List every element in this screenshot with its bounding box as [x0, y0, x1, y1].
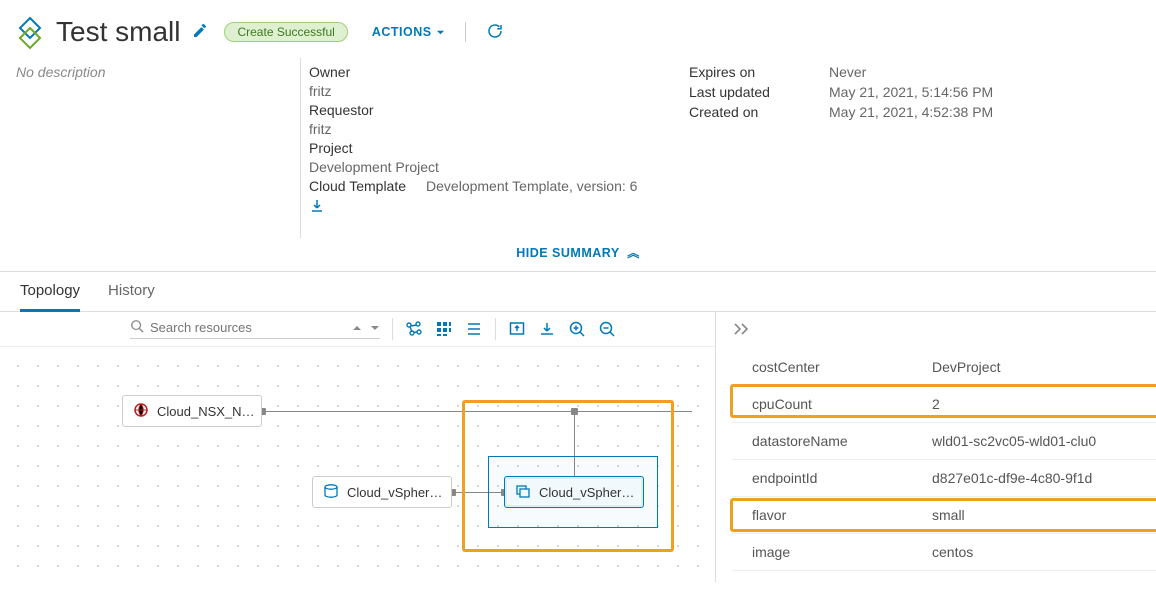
tab-history[interactable]: History: [108, 278, 155, 311]
divider: [300, 58, 301, 238]
requestor-value: fritz: [309, 121, 332, 137]
property-value: centos: [932, 544, 1156, 560]
node-label: Cloud_vSpher…: [347, 485, 442, 500]
property-key: costCenter: [732, 359, 932, 375]
summary-properties: Owner fritz Requestor fritz Project Deve…: [309, 58, 689, 238]
hide-summary-toggle[interactable]: HIDE SUMMARY ︽: [0, 238, 1156, 271]
network-icon: [133, 402, 149, 421]
node-cloud-vsphere-disk[interactable]: Cloud_vSpher…: [312, 476, 452, 508]
table-row[interactable]: costCenter DevProject: [732, 349, 1156, 386]
node-cloud-vsphere-machine[interactable]: Cloud_vSpher…: [504, 476, 644, 508]
node-label: Cloud_NSX_N…: [157, 404, 255, 419]
table-row[interactable]: cpuCount 2: [732, 386, 1156, 423]
tab-topology[interactable]: Topology: [20, 278, 80, 312]
table-row[interactable]: endpointId d827e01c-df9e-4c80-9f1d: [732, 460, 1156, 497]
search-icon: [130, 319, 144, 336]
property-value: DevProject: [932, 359, 1156, 375]
zoom-out-icon[interactable]: [598, 320, 616, 338]
tab-bar: Topology History: [0, 272, 1156, 312]
property-key: flavor: [732, 507, 932, 523]
view-list-icon[interactable]: [465, 320, 483, 338]
search-resources[interactable]: [130, 319, 380, 339]
project-label: Project: [309, 140, 353, 156]
property-value: wld01-sc2vc05-wld01-clu0: [932, 433, 1156, 449]
vrealize-logo-icon: [12, 14, 48, 50]
project-value: Development Project: [309, 159, 439, 175]
cloud-template-value: Development Template, version: 6: [426, 178, 637, 194]
divider: [465, 22, 466, 42]
cloud-template-label: Cloud Template: [309, 178, 406, 194]
property-key: cpuCount: [732, 396, 932, 412]
description: No description: [0, 58, 300, 238]
created-value: May 21, 2021, 4:52:38 PM: [829, 104, 993, 120]
divider: [495, 318, 496, 340]
node-cloud-nsx[interactable]: Cloud_NSX_N…: [122, 395, 262, 427]
disk-icon: [323, 483, 339, 502]
chevron-down-icon: [436, 28, 445, 37]
requestor-label: Requestor: [309, 102, 374, 118]
download-icon[interactable]: [309, 198, 325, 217]
table-row[interactable]: datastoreName wld01-sc2vc05-wld01-clu0: [732, 423, 1156, 460]
created-label: Created on: [689, 104, 799, 120]
connector-endpoint: [571, 408, 578, 415]
summary-meta: Expires on Last updated Created on Never…: [689, 58, 1156, 238]
expires-label: Expires on: [689, 64, 799, 80]
property-key: endpointId: [732, 470, 932, 486]
last-updated-label: Last updated: [689, 84, 799, 100]
table-row[interactable]: flavor small: [732, 497, 1156, 534]
last-updated-value: May 21, 2021, 5:14:56 PM: [829, 84, 993, 100]
refresh-icon[interactable]: [486, 22, 504, 43]
page-header: Test small Create Successful ACTIONS: [0, 0, 1156, 58]
page-title: Test small: [56, 16, 180, 48]
work-area: Cloud_NSX_N… Cloud_vSpher… Cloud_vSpher……: [0, 312, 1156, 582]
canvas-column: Cloud_NSX_N… Cloud_vSpher… Cloud_vSpher…: [0, 312, 716, 582]
properties-table: costCenter DevProject cpuCount 2 datasto…: [732, 349, 1156, 571]
property-key: image: [732, 544, 932, 560]
status-badge: Create Successful: [224, 22, 347, 42]
connector: [262, 411, 692, 412]
owner-value: fritz: [309, 83, 332, 99]
search-prev-icon[interactable]: [352, 320, 362, 336]
actions-dropdown[interactable]: ACTIONS: [372, 25, 445, 39]
summary-section: No description Owner fritz Requestor fri…: [0, 58, 1156, 238]
property-value: 2: [932, 396, 1156, 412]
zoom-in-icon[interactable]: [568, 320, 586, 338]
property-value: d827e01c-df9e-4c80-9f1d: [932, 470, 1156, 486]
expires-value: Never: [829, 64, 993, 80]
download-canvas-icon[interactable]: [538, 320, 556, 338]
fit-screen-icon[interactable]: [508, 320, 526, 338]
vm-icon: [515, 483, 531, 502]
view-grid-icon[interactable]: [435, 320, 453, 338]
chevron-up-icon: ︽: [623, 246, 639, 260]
topology-canvas[interactable]: Cloud_NSX_N… Cloud_vSpher… Cloud_vSpher…: [0, 348, 715, 582]
property-value: small: [932, 507, 1156, 523]
divider: [392, 318, 393, 340]
search-input[interactable]: [150, 320, 330, 335]
canvas-toolbar: [0, 312, 715, 347]
property-key: datastoreName: [732, 433, 932, 449]
properties-panel: costCenter DevProject cpuCount 2 datasto…: [716, 312, 1156, 582]
search-next-icon[interactable]: [370, 320, 380, 336]
collapse-panel-icon[interactable]: [732, 318, 1156, 349]
table-row[interactable]: image centos: [732, 534, 1156, 571]
node-label: Cloud_vSpher…: [539, 485, 634, 500]
edit-title-icon[interactable]: [188, 23, 212, 42]
owner-label: Owner: [309, 64, 350, 80]
view-topology-icon[interactable]: [405, 320, 423, 338]
